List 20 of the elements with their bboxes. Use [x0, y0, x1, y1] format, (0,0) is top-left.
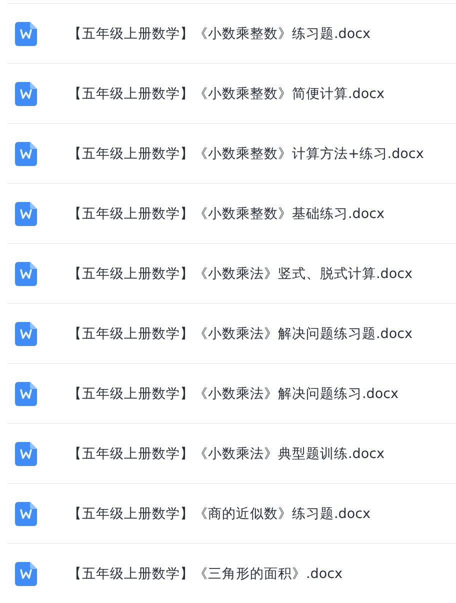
- document-icon: [15, 322, 37, 346]
- file-name[interactable]: 【五年级上册数学】《小数乘整数》简便计算.docx: [68, 84, 385, 102]
- document-icon: [15, 382, 37, 406]
- file-name[interactable]: 【五年级上册数学】《小数乘法》典型题训练.docx: [68, 444, 385, 462]
- file-name[interactable]: 【五年级上册数学】《三角形的面积》.docx: [68, 564, 343, 582]
- document-icon: [15, 442, 37, 466]
- document-icon: [15, 202, 37, 226]
- document-icon: [15, 562, 37, 586]
- document-icon: [15, 22, 37, 46]
- file-name[interactable]: 【五年级上册数学】《商的近似数》练习题.docx: [68, 504, 371, 522]
- file-name[interactable]: 【五年级上册数学】《小数乘整数》练习题.docx: [68, 24, 371, 42]
- document-icon: [15, 82, 37, 106]
- file-name[interactable]: 【五年级上册数学】《小数乘法》解决问题练习.docx: [68, 384, 399, 402]
- document-icon: [15, 142, 37, 166]
- document-icon: [15, 502, 37, 526]
- file-name[interactable]: 【五年级上册数学】《小数乘法》竖式、脱式计算.docx: [68, 264, 413, 282]
- document-icon: [15, 262, 37, 286]
- file-name[interactable]: 【五年级上册数学】《小数乘法》解决问题练习题.docx: [68, 324, 413, 342]
- file-name[interactable]: 【五年级上册数学】《小数乘整数》计算方法+练习.docx: [68, 144, 424, 162]
- file-name[interactable]: 【五年级上册数学】《小数乘整数》基础练习.docx: [68, 204, 385, 222]
